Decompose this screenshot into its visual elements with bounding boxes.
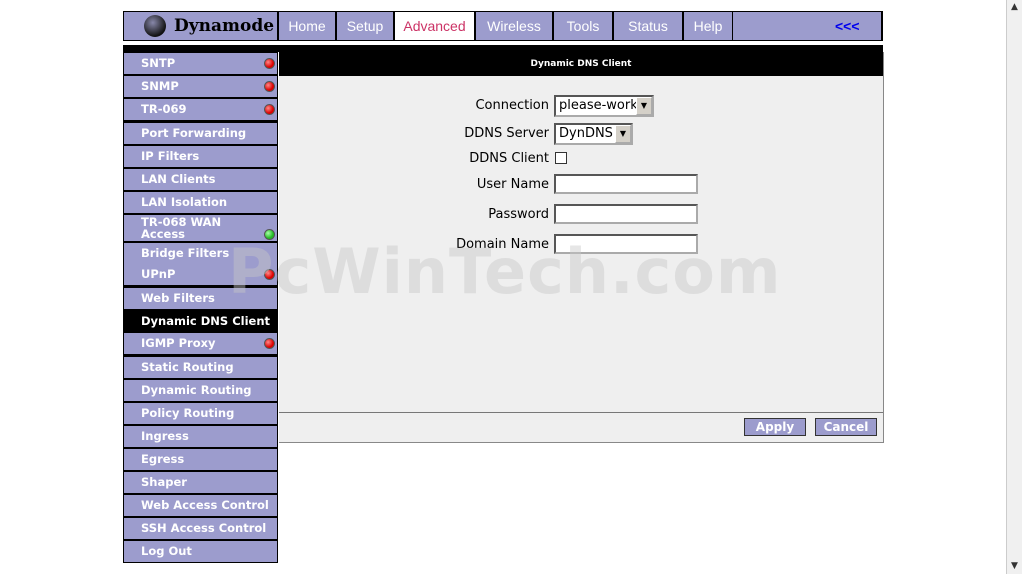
page-title: Dynamic DNS Client	[279, 52, 883, 76]
sidebar-item-ip-filters[interactable]: IP Filters	[124, 146, 277, 167]
sidebar-item-label: LAN Isolation	[141, 195, 228, 209]
sidebar-item-snmp[interactable]: SNMP	[124, 76, 277, 97]
tab-wireless[interactable]: Wireless	[476, 12, 552, 40]
tab-advanced[interactable]: Advanced	[395, 12, 474, 40]
back-link[interactable]: <<<	[835, 12, 860, 40]
status-red-icon	[264, 81, 275, 92]
tab-setup[interactable]: Setup	[337, 12, 393, 40]
ddns-client-row: DDNS Client	[279, 148, 883, 170]
sidebar-item-label: Web Access Control	[141, 498, 269, 512]
password-input[interactable]	[554, 204, 698, 224]
sidebar-item-label: IGMP Proxy	[141, 336, 216, 350]
sidebar-item-policy-routing[interactable]: Policy Routing	[124, 403, 277, 424]
apply-button[interactable]: Apply	[744, 418, 806, 436]
sidebar-item-web-access-control[interactable]: Web Access Control	[124, 495, 277, 516]
chevron-down-icon: ▼	[636, 97, 652, 115]
sidebar-item-label: Web Filters	[141, 291, 215, 305]
sidebar-item-ssh-access-control[interactable]: SSH Access Control	[124, 518, 277, 539]
tab-tools[interactable]: Tools	[554, 12, 612, 40]
sidebar-item-label: IP Filters	[141, 149, 200, 163]
sidebar-item-label: Static Routing	[141, 360, 234, 374]
sidebar-item-label: Dynamic DNS Client	[141, 314, 270, 328]
sidebar-item-label: Log Out	[141, 544, 192, 558]
scroll-down-icon[interactable]: ▼	[1007, 559, 1022, 574]
user-name-row: User Name	[279, 174, 883, 196]
logo-sphere-icon	[144, 15, 166, 37]
tab-home[interactable]: Home	[279, 12, 335, 40]
sidebar-item-label: LAN Clients	[141, 172, 216, 186]
sidebar-item-port-forwarding[interactable]: Port Forwarding	[124, 123, 277, 144]
page-scrollbar[interactable]: ▲ ▼	[1006, 0, 1022, 574]
user-name-label: User Name	[476, 177, 549, 192]
tab-help[interactable]: Help	[684, 12, 732, 40]
sidebar-item-egress[interactable]: Egress	[124, 449, 277, 470]
sidebar-item-lan-isolation[interactable]: LAN Isolation	[124, 192, 277, 213]
sidebar-item-label: Bridge Filters	[141, 246, 230, 260]
sidebar-item-label: SNMP	[141, 79, 179, 93]
top-nav: Dynamode Home Setup Advanced Wireless To…	[123, 11, 883, 41]
brand-logo: Dynamode	[124, 12, 277, 40]
ddns-server-row: DDNS Server DynDNS ▼	[279, 123, 883, 145]
sidebar-item-sntp[interactable]: SNTP	[124, 53, 277, 74]
ddns-client-checkbox[interactable]	[555, 152, 567, 164]
chevron-down-icon: ▼	[615, 125, 631, 143]
sidebar-item-static-routing[interactable]: Static Routing	[124, 357, 277, 378]
password-row: Password	[279, 204, 883, 226]
sidebar-item-label: TR-069	[141, 102, 187, 116]
sidebar-item-igmp-proxy[interactable]: IGMP Proxy	[124, 333, 277, 354]
status-red-icon	[264, 58, 275, 69]
nav-divider-dark	[123, 45, 883, 52]
sidebar-item-ingress[interactable]: Ingress	[124, 426, 277, 447]
sidebar-item-label: SSH Access Control	[141, 521, 267, 535]
ddns-server-select[interactable]: DynDNS ▼	[554, 123, 633, 145]
sidebar-item-label: Port Forwarding	[141, 126, 247, 140]
sidebar-item-tr069[interactable]: TR-069	[124, 99, 277, 120]
sidebar-item-label: Egress	[141, 452, 185, 466]
ddns-server-label: DDNS Server	[464, 126, 549, 141]
connection-label: Connection	[475, 98, 549, 113]
sidebar-item-label: Shaper	[141, 475, 187, 489]
status-red-icon	[264, 338, 275, 349]
sidebar-item-shaper[interactable]: Shaper	[124, 472, 277, 493]
sidebar-item-log-out[interactable]: Log Out	[124, 541, 277, 562]
sidebar-item-lan-clients[interactable]: LAN Clients	[124, 169, 277, 190]
sidebar-item-label: SNTP	[141, 56, 176, 70]
sidebar-item-dynamic-routing[interactable]: Dynamic Routing	[124, 380, 277, 401]
sidebar-item-label: Ingress	[141, 429, 189, 443]
watermark: PcWinTech.com	[228, 235, 782, 308]
connection-value: please-work	[559, 98, 638, 113]
password-label: Password	[488, 207, 549, 222]
sidebar-item-dynamic-dns-client[interactable]: Dynamic DNS Client	[124, 311, 277, 332]
sidebar-item-label: Dynamic Routing	[141, 383, 252, 397]
ddns-server-value: DynDNS	[559, 126, 613, 141]
cancel-button[interactable]: Cancel	[815, 418, 877, 436]
status-red-icon	[264, 104, 275, 115]
connection-select[interactable]: please-work ▼	[554, 95, 654, 117]
connection-row: Connection please-work ▼	[279, 95, 883, 117]
user-name-input[interactable]	[554, 174, 698, 194]
ddns-client-label: DDNS Client	[469, 151, 549, 166]
tab-status[interactable]: Status	[614, 12, 682, 40]
sidebar-item-label: Policy Routing	[141, 406, 235, 420]
scroll-up-icon[interactable]: ▲	[1007, 0, 1022, 15]
sidebar-item-label: UPnP	[141, 267, 176, 281]
nav-tabs: Home Setup Advanced Wireless Tools Statu…	[279, 12, 734, 40]
brand-name: Dynamode	[174, 16, 275, 36]
footer-divider	[279, 412, 883, 413]
